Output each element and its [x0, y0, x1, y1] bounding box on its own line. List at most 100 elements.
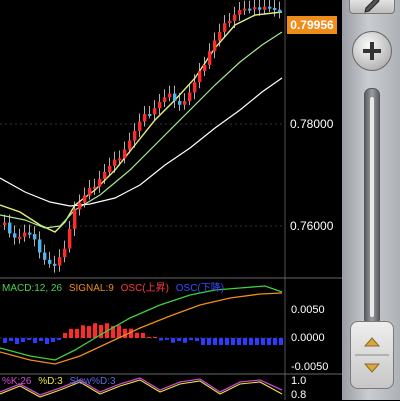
candle-body — [53, 263, 57, 266]
candle-body — [93, 186, 97, 189]
macd-histogram-bar — [141, 332, 145, 338]
macd-histogram-bar — [99, 325, 103, 338]
zoom-slider-handle[interactable] — [350, 321, 394, 389]
zoom-slider-groove — [370, 97, 374, 317]
zoom-handle-arrows — [355, 337, 389, 373]
macd-histogram-bar — [33, 338, 37, 343]
candle-body — [178, 101, 182, 105]
candle-body — [98, 178, 102, 187]
macd-histogram-bar — [147, 336, 151, 338]
stoch-d-legend-label: %D:3 — [38, 376, 63, 387]
candle-body — [43, 252, 47, 260]
candle-body — [83, 195, 87, 203]
candle-body — [148, 114, 152, 116]
macd-histogram-bar — [3, 338, 7, 343]
macd-histogram-bar — [225, 338, 229, 345]
ma-long-line — [0, 77, 283, 207]
candle-body — [103, 172, 107, 179]
zoom-in-button[interactable] — [352, 31, 392, 71]
macd-histogram-bar — [219, 338, 223, 345]
candle-body — [243, 8, 247, 11]
macd-histogram-bar — [231, 338, 235, 345]
macd-histogram-bar — [57, 338, 61, 340]
macd-histogram-bar — [195, 338, 199, 341]
candle-body — [153, 108, 157, 115]
candle-body — [88, 188, 92, 196]
macd-lines — [0, 285, 283, 365]
candle-body — [213, 40, 217, 52]
macd-histogram-bar — [165, 338, 169, 340]
candle-body — [108, 165, 112, 172]
candle-body — [78, 202, 82, 210]
macd-histogram-bar — [39, 338, 43, 341]
candle-body — [38, 239, 42, 253]
candle-body — [138, 121, 142, 132]
macd-histogram-bar — [63, 332, 67, 338]
candle-body — [253, 7, 257, 10]
macd-histogram-bar — [153, 336, 157, 338]
stoch-k-legend-label: %K:26 — [2, 376, 32, 387]
signal-legend-label: SIGNAL:9 — [68, 283, 114, 294]
macd-histogram-bar — [135, 332, 139, 338]
candle-body — [118, 158, 122, 161]
macd-histogram-bar — [237, 338, 241, 345]
macd-histogram-bar — [279, 338, 283, 345]
macd-histogram-bar — [201, 338, 205, 345]
candle-body — [63, 248, 67, 258]
macd-histogram-bar — [51, 338, 55, 342]
candle-body — [198, 71, 202, 83]
candle-body — [208, 51, 212, 65]
macd-histogram-bar — [243, 338, 247, 345]
candle-body — [18, 236, 22, 239]
candle-body — [168, 93, 172, 98]
candle-body — [183, 101, 187, 105]
triangle-up-icon — [363, 337, 381, 347]
candle-body — [233, 14, 237, 21]
macd-histogram-bar — [177, 338, 181, 341]
macd-histogram-bar — [255, 338, 259, 345]
macd-histogram-bar — [171, 338, 175, 343]
macd-histogram-bar — [9, 338, 13, 341]
signal-line — [0, 292, 283, 365]
candle-body — [143, 114, 147, 122]
macd-histogram-bar — [123, 328, 127, 338]
candle-body — [8, 222, 12, 234]
candle-body — [158, 102, 162, 109]
stoch-slow-legend-label: Slow%D:3 — [69, 376, 116, 387]
candle-body — [73, 209, 77, 229]
macd-histogram-bar — [27, 338, 31, 340]
macd-histogram-bar — [261, 338, 265, 345]
chart-canvas[interactable] — [0, 0, 400, 400]
candle-body — [48, 259, 52, 264]
candle-body — [248, 8, 252, 11]
edit-button[interactable] — [349, 0, 395, 14]
candle-body — [33, 234, 37, 240]
candle-body — [3, 222, 7, 225]
chart-app: 0.79956 0.78000 0.76000 MACD:12, 26 SIGN… — [0, 0, 400, 401]
candle-body — [228, 21, 232, 24]
candle-body — [123, 149, 127, 159]
price-label-078: 0.78000 — [290, 117, 334, 131]
macd-histogram-bar — [267, 338, 271, 345]
candle-body — [223, 23, 227, 32]
macd-histogram-bar — [183, 338, 187, 343]
zoom-slider-track[interactable] — [364, 88, 380, 326]
candle-body — [28, 232, 32, 235]
triangle-down-icon — [363, 363, 381, 373]
macd-histogram-bar — [87, 326, 91, 338]
candle-body — [133, 131, 137, 141]
current-price-tag: 0.79956 — [287, 16, 337, 34]
candle-body — [218, 31, 222, 41]
candle-body — [188, 92, 192, 102]
macd-histogram-bar — [159, 338, 163, 341]
macd-histogram-bar — [21, 338, 25, 342]
macd-histogram-bar — [189, 338, 193, 341]
macd-histogram-bar — [75, 328, 79, 338]
macd-histogram-bar — [213, 338, 217, 345]
price-label-076: 0.76000 — [290, 219, 334, 233]
osc-up-legend-label: OSC(上昇) — [120, 283, 169, 294]
candle-body — [68, 228, 72, 249]
macd-histogram-bar — [93, 323, 97, 338]
candle-body — [128, 140, 132, 150]
candle-body — [13, 233, 17, 238]
